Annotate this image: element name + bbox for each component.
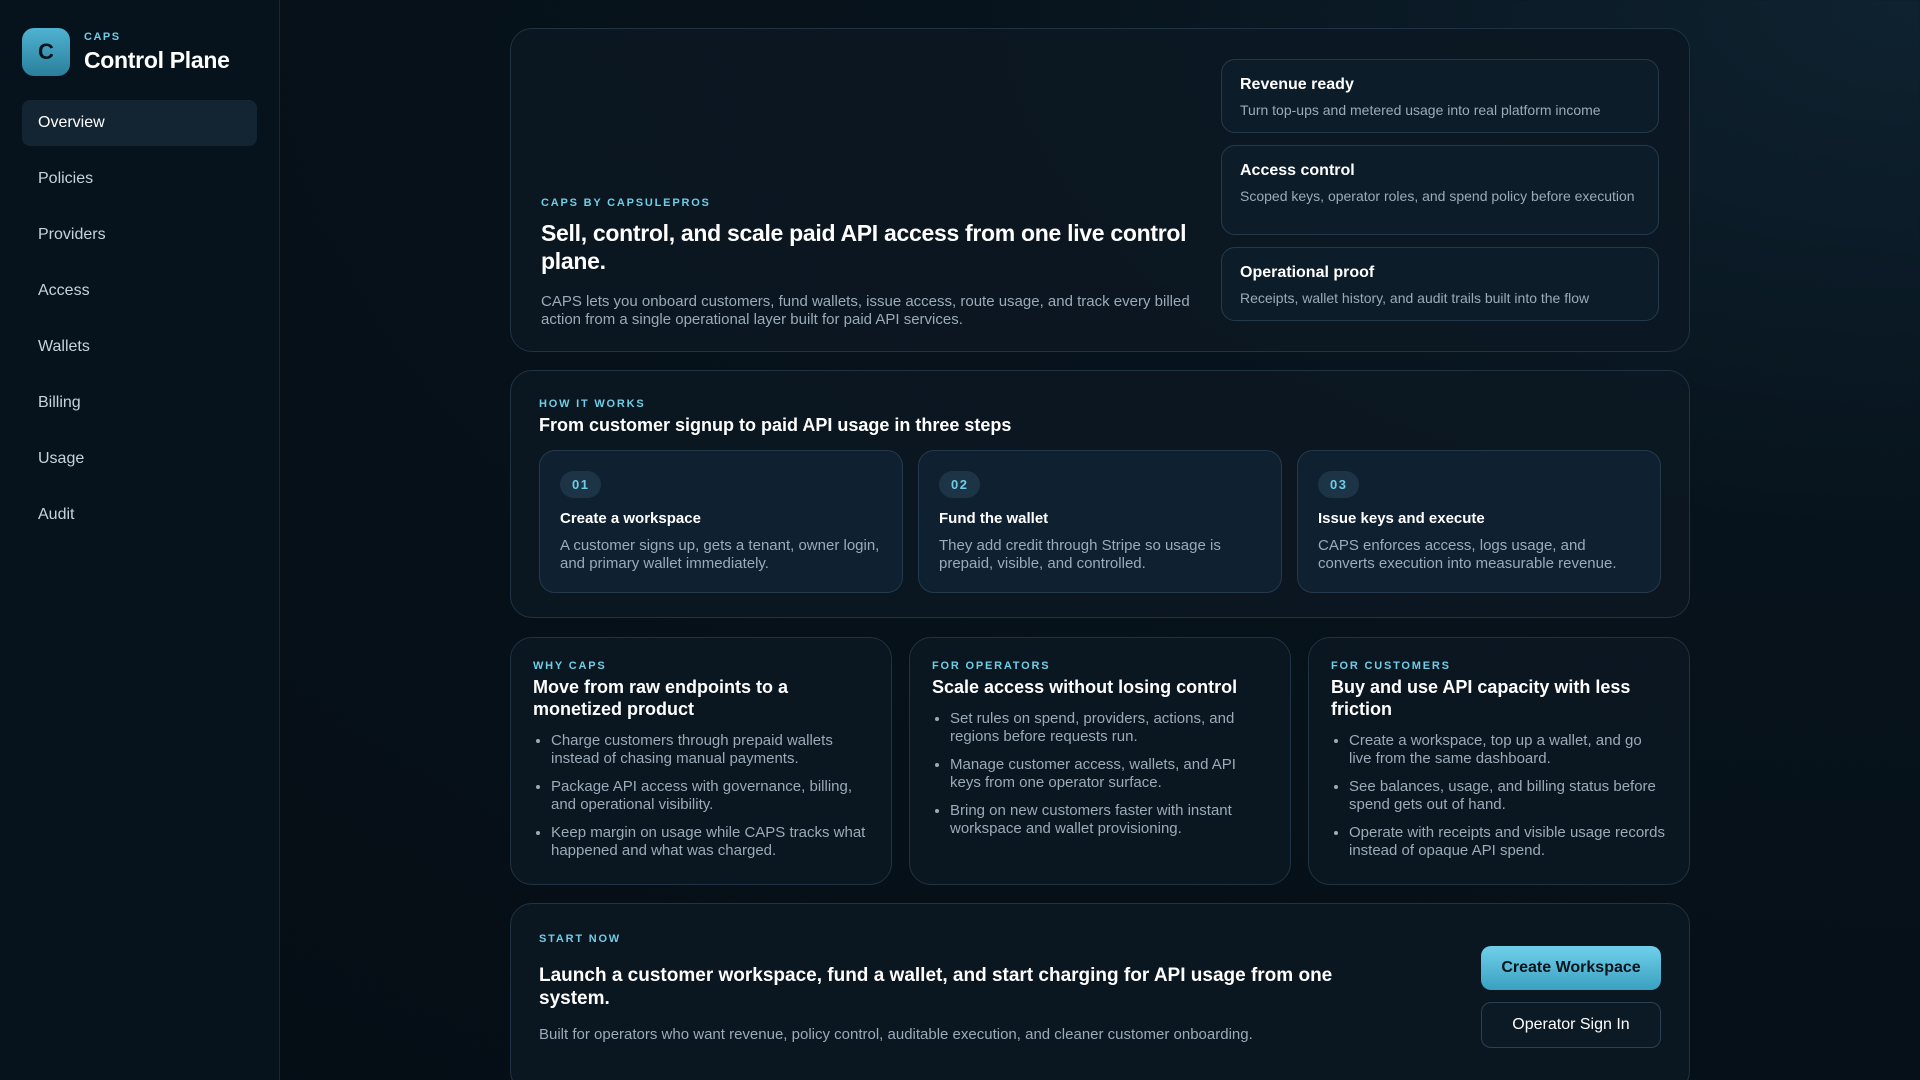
feature-description: Scoped keys, operator roles, and spend p… [1240,188,1635,204]
feature-title: Revenue ready [1240,76,1354,93]
card-title: Buy and use API capacity with less frict… [1331,677,1631,719]
why-caps-card: WHY CAPS Move from raw endpoints to a mo… [510,637,892,885]
sidebar: C CAPS Control Plane Overview Policies P… [0,0,280,1080]
hero-title: Sell, control, and scale paid API access… [541,220,1187,274]
sidebar-nav: Overview Policies Providers Access Walle… [22,100,257,548]
step-title: Fund the wallet [939,510,1049,527]
step-card: 02 Fund the wallet They add credit throu… [918,450,1282,593]
list-item: Set rules on spend, providers, actions, … [950,710,1268,746]
feature-card-proof: Operational proof Receipts, wallet histo… [1221,247,1659,321]
hero-panel: CAPS BY CAPSULEPROS Sell, control, and s… [510,28,1690,352]
bullet-list: Set rules on spend, providers, actions, … [932,710,1268,838]
for-customers-card: FOR CUSTOMERS Buy and use API capacity w… [1308,637,1690,885]
start-kicker: START NOW [539,933,621,945]
bullet-list: Create a workspace, top up a wallet, and… [1331,732,1667,860]
bullet-list: Charge customers through prepaid wallets… [533,732,869,860]
how-it-works-panel: HOW IT WORKS From customer signup to pai… [510,370,1690,618]
list-item: Manage customer access, wallets, and API… [950,756,1268,792]
brand[interactable]: C CAPS Control Plane [22,28,230,76]
card-kicker: WHY CAPS [533,660,607,672]
list-item: Charge customers through prepaid wallets… [551,732,869,768]
feature-title: Operational proof [1240,264,1375,281]
card-kicker: FOR CUSTOMERS [1331,660,1451,672]
step-number-badge: 02 [939,471,981,498]
start-title: Launch a customer workspace, fund a wall… [539,965,1333,1009]
feature-card-revenue: Revenue ready Turn top-ups and metered u… [1221,59,1659,133]
start-description: Built for operators who want revenue, po… [539,1026,1253,1043]
step-card: 03 Issue keys and execute CAPS enforces … [1297,450,1661,593]
brand-kicker: CAPS [84,30,121,43]
hero-description: CAPS lets you onboard customers, fund wa… [541,293,1190,328]
step-card: 01 Create a workspace A customer signs u… [539,450,903,593]
how-title: From customer signup to paid API usage i… [539,415,1012,435]
list-item: Operate with receipts and visible usage … [1349,824,1667,860]
list-item: Package API access with governance, bill… [551,778,869,814]
brand-logo: C [22,28,70,76]
sidebar-item-access[interactable]: Access [22,268,257,314]
create-workspace-button[interactable]: Create Workspace [1481,946,1661,990]
sidebar-item-audit[interactable]: Audit [22,492,257,538]
sidebar-item-billing[interactable]: Billing [22,380,257,426]
step-description: CAPS enforces access, logs usage, and co… [1318,537,1617,572]
list-item: See balances, usage, and billing status … [1349,778,1667,814]
how-kicker: HOW IT WORKS [539,398,646,410]
sidebar-item-providers[interactable]: Providers [22,212,257,258]
feature-description: Turn top-ups and metered usage into real… [1240,102,1601,118]
list-item: Bring on new customers faster with insta… [950,802,1268,838]
step-title: Create a workspace [560,510,701,527]
step-description: A customer signs up, gets a tenant, owne… [560,537,880,572]
start-now-panel: START NOW Launch a customer workspace, f… [510,903,1690,1080]
list-item: Create a workspace, top up a wallet, and… [1349,732,1667,768]
sidebar-item-overview[interactable]: Overview [22,100,257,146]
feature-card-access: Access control Scoped keys, operator rol… [1221,145,1659,235]
card-title: Scale access without losing control [932,677,1238,697]
sidebar-item-wallets[interactable]: Wallets [22,324,257,370]
feature-description: Receipts, wallet history, and audit trai… [1240,290,1590,306]
step-title: Issue keys and execute [1318,510,1485,527]
sidebar-item-usage[interactable]: Usage [22,436,257,482]
for-operators-card: FOR OPERATORS Scale access without losin… [909,637,1291,885]
brand-title: Control Plane [84,46,230,73]
sidebar-item-policies[interactable]: Policies [22,156,257,202]
step-number-badge: 01 [560,471,602,498]
hero-kicker: CAPS BY CAPSULEPROS [541,197,711,209]
step-description: They add credit through Stripe so usage … [939,537,1221,572]
list-item: Keep margin on usage while CAPS tracks w… [551,824,869,860]
card-title: Move from raw endpoints to a monetized p… [533,677,789,719]
step-number-badge: 03 [1318,471,1360,498]
operator-sign-in-button[interactable]: Operator Sign In [1481,1002,1661,1048]
card-kicker: FOR OPERATORS [932,660,1051,672]
feature-title: Access control [1240,162,1355,179]
